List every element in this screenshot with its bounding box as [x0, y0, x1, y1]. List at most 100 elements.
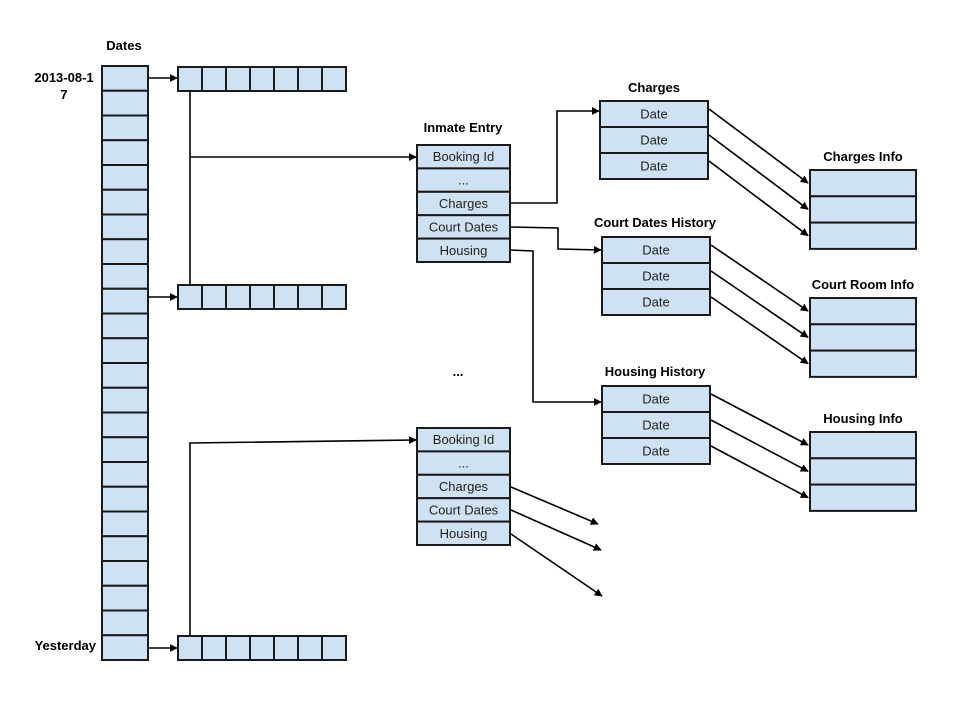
- charges-row-label: Date: [640, 107, 667, 122]
- date-cell: [101, 436, 149, 463]
- date-cell: [101, 263, 149, 290]
- date-cell: [101, 213, 149, 241]
- court-room-info-row: [809, 349, 917, 378]
- court-room-info-table: [809, 297, 917, 378]
- date-cell: [101, 65, 149, 92]
- court-room-info-row: [809, 297, 917, 326]
- court-dates-history-row-label: Date: [642, 243, 669, 258]
- inmate-entry-row-label: Booking Id: [433, 149, 494, 164]
- date-cell: [101, 139, 149, 166]
- inmate-entry-2-row-label: Housing: [440, 526, 488, 541]
- first-day-row: [177, 66, 347, 92]
- entry-cell: [201, 66, 227, 92]
- inmate-entry-2-row-label: Charges: [439, 479, 489, 494]
- entry-cell: [321, 66, 347, 92]
- housing-history-row-label: Date: [642, 392, 669, 407]
- court-dates-history-row-label: Date: [642, 295, 669, 310]
- inmate-entry-row-label: Court Dates: [429, 219, 499, 234]
- date-cell: [101, 411, 149, 439]
- charges-title: Charges: [628, 80, 680, 95]
- date-cell: [101, 337, 149, 364]
- date-cell: [101, 287, 149, 315]
- arrow-housing-2-dangling: [510, 533, 603, 597]
- ellipsis: ...: [453, 364, 464, 379]
- date-cell: [101, 312, 149, 340]
- entry-cell: [273, 66, 299, 92]
- arrow-housing-date-to-info: [710, 393, 809, 446]
- entry-cell: [201, 635, 227, 661]
- housing-info-row: [809, 483, 917, 512]
- date-cell: [101, 386, 149, 414]
- date-cell: [101, 89, 149, 117]
- inmate-entry-row-label: Housing: [440, 243, 488, 258]
- arrow-housing-date-to-info: [710, 419, 809, 473]
- court-dates-history-title: Court Dates History: [594, 215, 717, 230]
- entry-cell: [249, 284, 275, 310]
- charges-info-table: [809, 169, 917, 250]
- charges-row-label: Date: [640, 159, 667, 174]
- arrow-housing-date-to-info: [710, 445, 809, 499]
- date-cell: [101, 164, 149, 191]
- court-room-info-row: [809, 323, 917, 352]
- date-cell: [101, 188, 149, 216]
- housing-history-table: Date Date Date: [601, 385, 711, 465]
- arrow-charges-2-dangling: [510, 486, 599, 525]
- dates-column: [101, 65, 149, 661]
- entry-cell: [321, 635, 347, 661]
- date-cell: [101, 485, 149, 513]
- court-dates-history-row-label: Date: [642, 269, 669, 284]
- yesterday-label: Yesterday: [35, 638, 97, 653]
- charges-info-row: [809, 169, 917, 198]
- date-cell: [101, 114, 149, 142]
- dates-title: Dates: [106, 38, 141, 53]
- housing-history-row-label: Date: [642, 418, 669, 433]
- arrow-court-dates-date-to-info: [710, 296, 809, 365]
- charges-row-label: Date: [640, 133, 667, 148]
- housing-history-row-label: Date: [642, 444, 669, 459]
- entry-cell: [177, 66, 203, 92]
- inmate-entry-table: Booking Id... Charges Court Dates Housing: [416, 144, 511, 264]
- yesterday-row: [177, 635, 347, 661]
- charges-info-row: [809, 195, 917, 224]
- diagram-canvas: Dates 2013-08-1 7 Yesterday Inmate Entry…: [34, 38, 917, 661]
- inmate-entry-table-2: Booking Id... Charges Court Dates Housing: [416, 427, 511, 546]
- entry-cell: [249, 635, 275, 661]
- charges-table: Date Date Date: [599, 100, 709, 180]
- date-cell: [101, 461, 149, 488]
- date-cell: [101, 238, 149, 265]
- housing-history-title: Housing History: [605, 364, 706, 379]
- history-to-info-arrows: [708, 108, 809, 499]
- charges-info-title: Charges Info: [823, 149, 903, 164]
- date-cell: [101, 362, 149, 389]
- first-date-label-line2: 7: [60, 87, 67, 102]
- entry-cell: [273, 284, 299, 310]
- date-cell: [101, 584, 149, 612]
- court-room-info-title: Court Room Info: [812, 277, 915, 292]
- charges-info-row: [809, 221, 917, 250]
- entry-cell: [297, 635, 323, 661]
- date-cell: [101, 609, 149, 637]
- date-cell: [101, 634, 149, 661]
- first-date-label-line1: 2013-08-1: [34, 70, 93, 85]
- inmate-entry-2-row-label: ...: [458, 456, 469, 471]
- middle-day-row: [177, 284, 347, 310]
- date-cell: [101, 535, 149, 562]
- entry-cell: [321, 284, 347, 310]
- entry-cell: [177, 635, 203, 661]
- arrow-court-dates-date-to-info: [710, 270, 809, 338]
- date-cell: [101, 510, 149, 538]
- entry-cell: [249, 66, 275, 92]
- inmate-entry-title: Inmate Entry: [424, 120, 504, 135]
- arrow-charges-to-charges-history: [510, 107, 600, 204]
- housing-info-title: Housing Info: [823, 411, 902, 426]
- inmate-entry-row-label: ...: [458, 173, 469, 188]
- entry-cell: [201, 284, 227, 310]
- date-cell: [101, 560, 149, 587]
- entry-cell: [225, 66, 251, 92]
- housing-info-row: [809, 457, 917, 486]
- entry-cell: [273, 635, 299, 661]
- entry-cell: [225, 635, 251, 661]
- housing-info-row: [809, 431, 917, 460]
- entry-cell: [177, 284, 203, 310]
- inmate-entry-2-row-label: Booking Id: [433, 432, 494, 447]
